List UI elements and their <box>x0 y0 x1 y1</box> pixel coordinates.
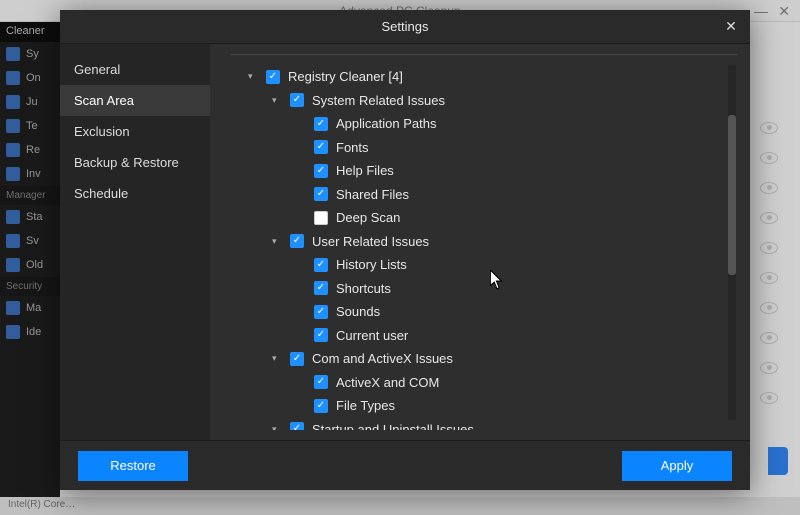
settings-modal: Settings ✕ GeneralScan AreaExclusionBack… <box>60 10 750 490</box>
tree-label: History Lists <box>336 255 407 275</box>
tree-row[interactable]: ▾ User Related Issues <box>234 230 734 254</box>
tree-row[interactable]: Shortcuts <box>234 277 734 301</box>
caret-icon[interactable]: ▾ <box>272 423 282 431</box>
tree-row[interactable]: ActiveX and COM <box>234 371 734 395</box>
tree-label: Shared Files <box>336 185 409 205</box>
checkbox[interactable] <box>314 375 328 389</box>
tree-row[interactable]: Application Paths <box>234 112 734 136</box>
modal-header: Settings ✕ <box>60 10 750 44</box>
settings-tab-scan-area[interactable]: Scan Area <box>60 85 210 116</box>
scrollbar[interactable] <box>728 65 736 420</box>
tree-label: ActiveX and COM <box>336 373 439 393</box>
caret-icon[interactable]: ▾ <box>248 70 258 84</box>
tree-label: Shortcuts <box>336 279 391 299</box>
tree-label: Current user <box>336 326 408 346</box>
tree-row[interactable]: Help Files <box>234 159 734 183</box>
caret-icon[interactable]: ▾ <box>272 352 282 366</box>
tree-label: Registry Cleaner [4] <box>288 67 403 87</box>
tree-label: Fonts <box>336 138 369 158</box>
modal-body: GeneralScan AreaExclusionBackup & Restor… <box>60 44 750 440</box>
tree-label: Deep Scan <box>336 208 400 228</box>
caret-icon[interactable]: ▾ <box>272 94 282 108</box>
tree-row[interactable]: File Types <box>234 394 734 418</box>
checkbox[interactable] <box>290 234 304 248</box>
registry-tree: ▾ Registry Cleaner [4] ▾ System Related Iss… <box>230 55 738 430</box>
settings-sidebar: GeneralScan AreaExclusionBackup & Restor… <box>60 44 210 440</box>
tree-label: File Types <box>336 396 395 416</box>
checkbox[interactable] <box>314 281 328 295</box>
tree-row[interactable]: Current user <box>234 324 734 348</box>
settings-tab-general[interactable]: General <box>60 54 210 85</box>
modal-title: Settings <box>382 19 429 34</box>
apply-button[interactable]: Apply <box>622 451 732 481</box>
tree-row[interactable]: History Lists <box>234 253 734 277</box>
checkbox[interactable] <box>290 93 304 107</box>
tree-label: Help Files <box>336 161 394 181</box>
tree-label: Sounds <box>336 302 380 322</box>
checkbox[interactable] <box>314 258 328 272</box>
checkbox[interactable] <box>314 164 328 178</box>
settings-tab-backup-restore[interactable]: Backup & Restore <box>60 147 210 178</box>
checkbox[interactable] <box>290 352 304 366</box>
tree-row[interactable]: ▾ Com and ActiveX Issues <box>234 347 734 371</box>
checkbox[interactable] <box>266 70 280 84</box>
tree-row[interactable]: Shared Files <box>234 183 734 207</box>
tree-row[interactable]: ▾ Registry Cleaner [4] <box>234 65 734 89</box>
scan-area-panel: ▾ Registry Cleaner [4] ▾ System Related Iss… <box>230 54 738 430</box>
checkbox[interactable] <box>314 328 328 342</box>
tree-label: User Related Issues <box>312 232 429 252</box>
settings-tab-schedule[interactable]: Schedule <box>60 178 210 209</box>
checkbox[interactable] <box>314 140 328 154</box>
close-icon[interactable]: ✕ <box>722 18 740 36</box>
checkbox[interactable] <box>314 305 328 319</box>
checkbox[interactable] <box>290 422 304 430</box>
tree-row[interactable]: Deep Scan <box>234 206 734 230</box>
checkbox[interactable] <box>314 187 328 201</box>
modal-footer: Restore Apply <box>60 440 750 490</box>
settings-content: ▾ Registry Cleaner [4] ▾ System Related Iss… <box>210 44 750 440</box>
caret-icon[interactable]: ▾ <box>272 235 282 249</box>
tree-row[interactable]: Fonts <box>234 136 734 160</box>
tree-row[interactable]: ▾ System Related Issues <box>234 89 734 113</box>
tree-label: Com and ActiveX Issues <box>312 349 453 369</box>
tree-label: Startup and Uninstall Issues <box>312 420 474 431</box>
tree-row[interactable]: ▾ Startup and Uninstall Issues <box>234 418 734 431</box>
checkbox[interactable] <box>314 117 328 131</box>
scrollbar-thumb[interactable] <box>728 115 736 275</box>
tree-label: Application Paths <box>336 114 436 134</box>
restore-button[interactable]: Restore <box>78 451 188 481</box>
tree-label: System Related Issues <box>312 91 445 111</box>
settings-tab-exclusion[interactable]: Exclusion <box>60 116 210 147</box>
tree-row[interactable]: Sounds <box>234 300 734 324</box>
checkbox[interactable] <box>314 211 328 225</box>
checkbox[interactable] <box>314 399 328 413</box>
